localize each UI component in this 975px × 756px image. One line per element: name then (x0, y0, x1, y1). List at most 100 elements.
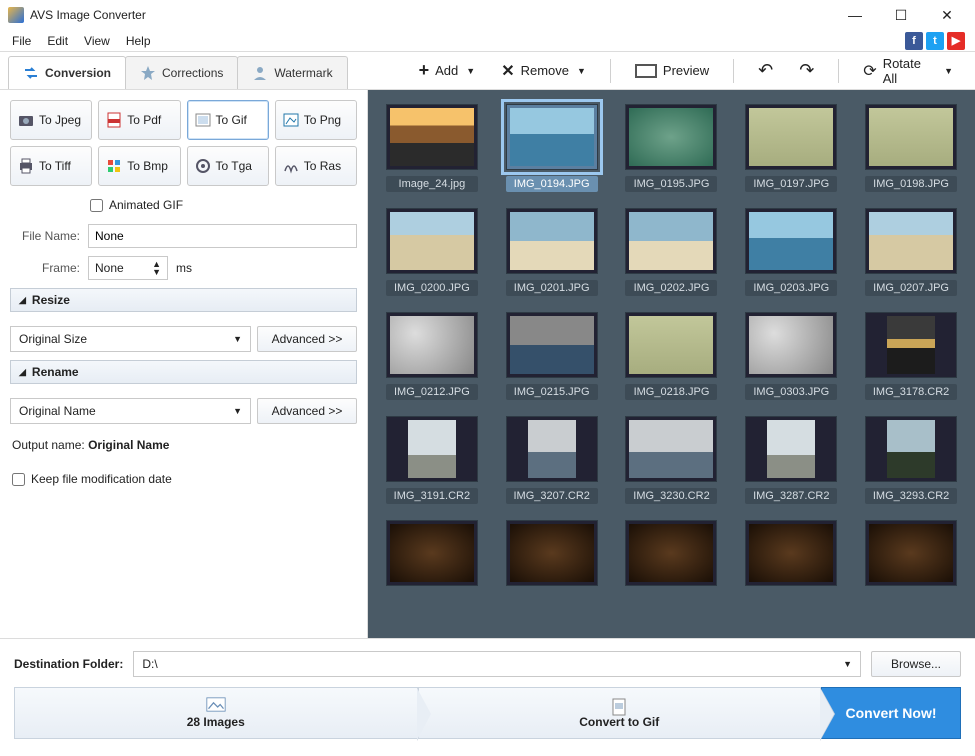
keep-mod-date-checkbox[interactable] (12, 473, 25, 486)
thumbnail-image (506, 312, 598, 378)
rotate-all-button[interactable]: ⟳ Rotate All ▼ (855, 52, 961, 90)
thumbnail-item[interactable]: IMG_0198.JPG (861, 104, 961, 192)
bmp-icon (105, 157, 123, 175)
thumbnail-item[interactable]: IMG_0303.JPG (741, 312, 841, 400)
thumbnail-item[interactable]: Image_24.jpg (382, 104, 482, 192)
destination-combo[interactable]: D:\ ▼ (133, 651, 861, 677)
separator (733, 59, 734, 83)
add-button[interactable]: + Add ▼ (411, 56, 484, 85)
thumbnail-scroll[interactable]: Image_24.jpgIMG_0194.JPG IMG_0195.JPG IMG_… (368, 90, 975, 638)
thumbnail-item[interactable]: IMG_0212.JPG (382, 312, 482, 400)
app-icon (8, 7, 24, 23)
thumbnail-image (865, 520, 957, 586)
thumbnail-item[interactable]: IMG_0218.JPG (622, 312, 722, 400)
rotate-left-button[interactable]: ↶ (750, 56, 781, 85)
thumbnail-item[interactable]: IMG_3178.CR2 (861, 312, 961, 400)
printer-icon (17, 157, 35, 175)
browse-button[interactable]: Browse... (871, 651, 961, 677)
resize-heading: Resize (32, 293, 70, 307)
rotate-right-icon: ↷ (799, 60, 814, 81)
format-to-png[interactable]: To Png (275, 100, 357, 140)
twitter-icon[interactable]: t (926, 32, 944, 50)
output-name-label: Output name: (12, 438, 85, 452)
thumbnail-item[interactable]: IMG_0202.JPG (622, 208, 722, 296)
frame-spinner[interactable]: None ▲▼ (88, 256, 168, 280)
thumbnail-image (386, 104, 478, 170)
close-button[interactable]: ✕ (933, 7, 961, 24)
facebook-icon[interactable]: f (905, 32, 923, 50)
youtube-icon[interactable]: ▶ (947, 32, 965, 50)
tab-corrections[interactable]: Corrections (125, 56, 238, 89)
resize-advanced-button[interactable]: Advanced >> (257, 326, 357, 352)
thumbnail-item[interactable]: IMG_3230.CR2 (622, 416, 722, 504)
thumbnail-item[interactable]: IMG_3293.CR2 (861, 416, 961, 504)
thumbnail-image (865, 312, 957, 378)
menu-file[interactable]: File (4, 32, 39, 50)
thumbnail-item[interactable] (861, 520, 961, 586)
thumbnail-panel: Image_24.jpgIMG_0194.JPG IMG_0195.JPG IMG_… (368, 90, 975, 638)
menu-help[interactable]: Help (118, 32, 159, 50)
format-to-gif[interactable]: To Gif (187, 100, 269, 140)
preview-icon (635, 64, 657, 78)
thumbnail-item[interactable]: IMG_0207.JPG (861, 208, 961, 296)
thumbnail-item[interactable]: IMG_0200.JPG (382, 208, 482, 296)
format-to-jpeg[interactable]: To Jpeg (10, 100, 92, 140)
format-to-tga[interactable]: To Tga (187, 146, 269, 186)
thumbnail-item[interactable] (382, 520, 482, 586)
thumbnail-image (745, 312, 837, 378)
rename-advanced-button[interactable]: Advanced >> (257, 398, 357, 424)
format-label: To Bmp (127, 159, 168, 173)
thumbnail-caption: IMG_0195.JPG (625, 176, 717, 192)
thumbnail-item[interactable]: IMG_0215.JPG (502, 312, 602, 400)
thumbnail-item[interactable]: IMG_0201.JPG (502, 208, 602, 296)
format-to-pdf[interactable]: To Pdf (98, 100, 180, 140)
thumbnail-image (625, 208, 717, 274)
thumbnail-item[interactable] (502, 520, 602, 586)
resize-section-header[interactable]: ◢ Resize (10, 288, 357, 312)
thumbnail-caption: IMG_3230.CR2 (625, 488, 717, 504)
thumbnail-caption: IMG_0201.JPG (506, 280, 598, 296)
format-to-bmp[interactable]: To Bmp (98, 146, 180, 186)
format-to-tiff[interactable]: To Tiff (10, 146, 92, 186)
minimize-button[interactable]: — (841, 7, 869, 24)
thumbnail-item[interactable] (622, 520, 722, 586)
chevron-down-icon: ▼ (944, 66, 953, 76)
menu-view[interactable]: View (76, 32, 118, 50)
thumbnail-image (745, 104, 837, 170)
thumbnail-item[interactable]: IMG_3207.CR2 (502, 416, 602, 504)
remove-button[interactable]: ✕ Remove ▼ (493, 57, 594, 85)
tab-watermark[interactable]: Watermark (237, 56, 347, 89)
thumbnail-item[interactable]: IMG_3287.CR2 (741, 416, 841, 504)
thumbnail-caption: IMG_3191.CR2 (386, 488, 478, 504)
preview-button[interactable]: Preview (627, 59, 717, 82)
animated-gif-checkbox[interactable] (90, 199, 103, 212)
menu-edit[interactable]: Edit (39, 32, 76, 50)
thumbnail-item[interactable]: IMG_0194.JPG (502, 104, 602, 192)
flow-step-images-label: 28 Images (187, 715, 245, 729)
thumbnail-item[interactable]: IMG_0195.JPG (622, 104, 722, 192)
tab-conversion[interactable]: Conversion (8, 56, 126, 89)
pdf-icon (105, 111, 123, 129)
format-to-ras[interactable]: To Ras (275, 146, 357, 186)
maximize-button[interactable]: ☐ (887, 7, 915, 24)
rotate-right-button[interactable]: ↷ (791, 56, 822, 85)
gif-icon (194, 111, 212, 129)
thumbnail-image (386, 312, 478, 378)
filename-input[interactable] (88, 224, 357, 248)
thumbnail-item[interactable] (741, 520, 841, 586)
thumbnail-caption: IMG_0215.JPG (506, 384, 598, 400)
star-icon (140, 65, 156, 81)
top-row: ConversionCorrectionsWatermark + Add ▼ ✕… (0, 52, 975, 90)
keep-mod-date-label: Keep file modification date (31, 472, 172, 486)
thumbnail-caption: IMG_0303.JPG (745, 384, 837, 400)
rename-section-header[interactable]: ◢ Rename (10, 360, 357, 384)
convert-now-button[interactable]: Convert Now! (821, 687, 961, 739)
thumbnail-item[interactable]: IMG_0203.JPG (741, 208, 841, 296)
resize-combo[interactable]: Original Size ▼ (10, 326, 251, 352)
rename-value: Original Name (19, 404, 96, 418)
thumbnail-item[interactable]: IMG_3191.CR2 (382, 416, 482, 504)
thumbnail-image (625, 520, 717, 586)
thumbnail-item[interactable]: IMG_0197.JPG (741, 104, 841, 192)
rename-combo[interactable]: Original Name ▼ (10, 398, 251, 424)
spinner-arrows-icon[interactable]: ▲▼ (152, 260, 161, 276)
